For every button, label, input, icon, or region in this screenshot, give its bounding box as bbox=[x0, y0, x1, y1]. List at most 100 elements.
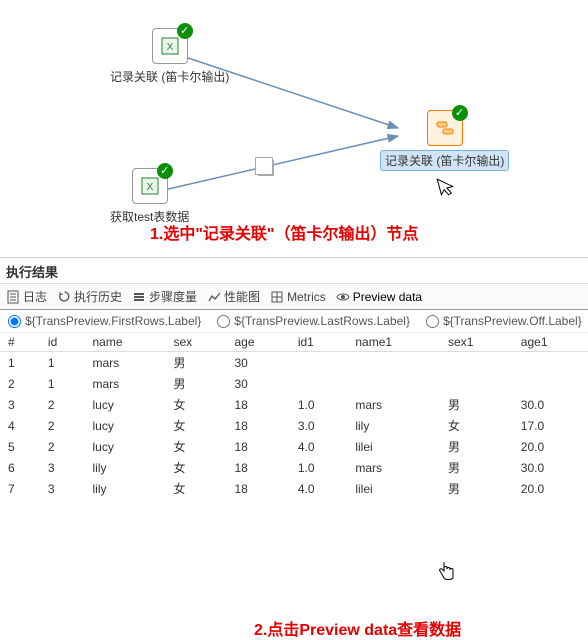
table-cell: 女 bbox=[165, 436, 226, 457]
column-header[interactable]: id1 bbox=[290, 333, 348, 352]
table-row[interactable]: 32lucy女181.0mars男30.0 bbox=[0, 394, 588, 415]
annotation-1: 1.选中"记录关联"（笛卡尔输出）节点 bbox=[150, 220, 419, 244]
radio-label: ${TransPreview.Off.Label} bbox=[443, 314, 582, 328]
check-icon: ✓ bbox=[157, 163, 173, 179]
table-row[interactable]: 42lucy女183.0lily女17.0 bbox=[0, 415, 588, 436]
table-cell: 女 bbox=[165, 457, 226, 478]
table-cell: 18 bbox=[226, 436, 289, 457]
table-cell: mars bbox=[347, 457, 440, 478]
radio-label: ${TransPreview.LastRows.Label} bbox=[234, 314, 410, 328]
bars-icon bbox=[132, 290, 146, 304]
grid-icon bbox=[270, 290, 284, 304]
table-cell: 1.0 bbox=[290, 394, 348, 415]
node-label: 记录关联 (笛卡尔输出) bbox=[380, 150, 509, 171]
tab-stepmetrics[interactable]: 步骤度量 bbox=[132, 288, 197, 305]
table-cell: 3 bbox=[40, 478, 85, 499]
chart-icon bbox=[207, 290, 221, 304]
node-record-join-output[interactable]: ✓ 记录关联 (笛卡尔输出) bbox=[380, 110, 509, 171]
table-cell: 女 bbox=[165, 415, 226, 436]
tab-history[interactable]: 执行历史 bbox=[57, 288, 122, 305]
table-cell: 6 bbox=[0, 457, 40, 478]
column-header[interactable]: sex bbox=[165, 333, 226, 352]
table-cell bbox=[513, 373, 588, 394]
table-cell: 30 bbox=[226, 352, 289, 374]
table-cell: mars bbox=[84, 373, 165, 394]
radio-firstrows[interactable]: ${TransPreview.FirstRows.Label} bbox=[8, 314, 201, 328]
table-cell: 男 bbox=[165, 373, 226, 394]
table-cell: 女 bbox=[165, 478, 226, 499]
table-cell: 18 bbox=[226, 394, 289, 415]
panel-title: 执行结果 bbox=[0, 258, 588, 284]
table-cell: 2 bbox=[0, 373, 40, 394]
table-cell: 1 bbox=[0, 352, 40, 374]
node-icon-excel: X ✓ bbox=[152, 28, 188, 64]
table-cell: 7 bbox=[0, 478, 40, 499]
table-row[interactable]: 73lily女184.0lilei男20.0 bbox=[0, 478, 588, 499]
table-cell: lily bbox=[347, 415, 440, 436]
table-row[interactable]: 52lucy女184.0lilei男20.0 bbox=[0, 436, 588, 457]
tab-label: Metrics bbox=[287, 290, 326, 304]
table-cell bbox=[513, 352, 588, 374]
column-header[interactable]: # bbox=[0, 333, 40, 352]
svg-text:X: X bbox=[166, 42, 173, 53]
table-cell: 30.0 bbox=[513, 457, 588, 478]
radio-lastrows[interactable]: ${TransPreview.LastRows.Label} bbox=[217, 314, 410, 328]
column-header[interactable]: name1 bbox=[347, 333, 440, 352]
table-cell: 3.0 bbox=[290, 415, 348, 436]
tab-log[interactable]: 日志 bbox=[6, 288, 47, 305]
node-icon-excel: X ✓ bbox=[132, 168, 168, 204]
annotation-2: 2.点击Preview data查看数据 bbox=[254, 616, 461, 640]
column-header[interactable]: age1 bbox=[513, 333, 588, 352]
table-cell: 4 bbox=[0, 415, 40, 436]
table-cell: 3 bbox=[0, 394, 40, 415]
table-cell bbox=[290, 373, 348, 394]
doc-icon bbox=[6, 290, 20, 304]
node-icon-join: ✓ bbox=[427, 110, 463, 146]
column-header[interactable]: name bbox=[84, 333, 165, 352]
column-header[interactable]: id bbox=[40, 333, 85, 352]
results-panel: 执行结果 日志 执行历史 步骤度量 性能图 Metrics Preview da… bbox=[0, 258, 588, 499]
table-cell: 男 bbox=[440, 478, 513, 499]
table-row[interactable]: 63lily女181.0mars男30.0 bbox=[0, 457, 588, 478]
radio-off[interactable]: ${TransPreview.Off.Label} bbox=[426, 314, 582, 328]
table-cell: 18 bbox=[226, 457, 289, 478]
table-cell: 男 bbox=[165, 352, 226, 374]
table-row[interactable]: 11mars男30 bbox=[0, 352, 588, 374]
tab-label: 步骤度量 bbox=[149, 288, 197, 305]
table-cell: lilei bbox=[347, 436, 440, 457]
table-cell: 1 bbox=[40, 373, 85, 394]
workflow-canvas[interactable]: X ✓ 记录关联 (笛卡尔输出) X ✓ 获取test表数据 ✓ 记录关联 (笛… bbox=[0, 0, 588, 258]
table-cell bbox=[290, 352, 348, 374]
tab-perf[interactable]: 性能图 bbox=[207, 288, 260, 305]
refresh-icon bbox=[57, 290, 71, 304]
table-cell: 男 bbox=[440, 436, 513, 457]
node-record-join-1[interactable]: X ✓ 记录关联 (笛卡尔输出) bbox=[110, 28, 229, 85]
tab-label: 性能图 bbox=[224, 288, 260, 305]
table-cell: lucy bbox=[84, 394, 165, 415]
tab-preview-data[interactable]: Preview data bbox=[336, 290, 422, 304]
table-cell: 1 bbox=[40, 352, 85, 374]
tab-label: 执行历史 bbox=[74, 288, 122, 305]
radio-input[interactable] bbox=[426, 315, 439, 328]
table-cell: lily bbox=[84, 478, 165, 499]
table-cell: lily bbox=[84, 457, 165, 478]
table-row[interactable]: 21mars男30 bbox=[0, 373, 588, 394]
table-cell: 3 bbox=[40, 457, 85, 478]
radio-input[interactable] bbox=[8, 315, 21, 328]
table-cell: 女 bbox=[165, 394, 226, 415]
table-cell: 5 bbox=[0, 436, 40, 457]
column-header[interactable]: age bbox=[226, 333, 289, 352]
table-cell bbox=[440, 373, 513, 394]
preview-table[interactable]: #idnamesexageid1name1sex1age1 11mars男302… bbox=[0, 333, 588, 499]
table-cell: 4.0 bbox=[290, 436, 348, 457]
pointer-hand-icon bbox=[437, 560, 457, 589]
tab-metrics[interactable]: Metrics bbox=[270, 290, 326, 304]
table-cell: 2 bbox=[40, 436, 85, 457]
eye-icon bbox=[336, 290, 350, 304]
preview-options: ${TransPreview.FirstRows.Label} ${TransP… bbox=[0, 310, 588, 333]
radio-input[interactable] bbox=[217, 315, 230, 328]
column-header[interactable]: sex1 bbox=[440, 333, 513, 352]
svg-text:X: X bbox=[146, 182, 153, 193]
table-cell: 4.0 bbox=[290, 478, 348, 499]
node-get-test-table[interactable]: X ✓ 获取test表数据 bbox=[110, 168, 189, 225]
